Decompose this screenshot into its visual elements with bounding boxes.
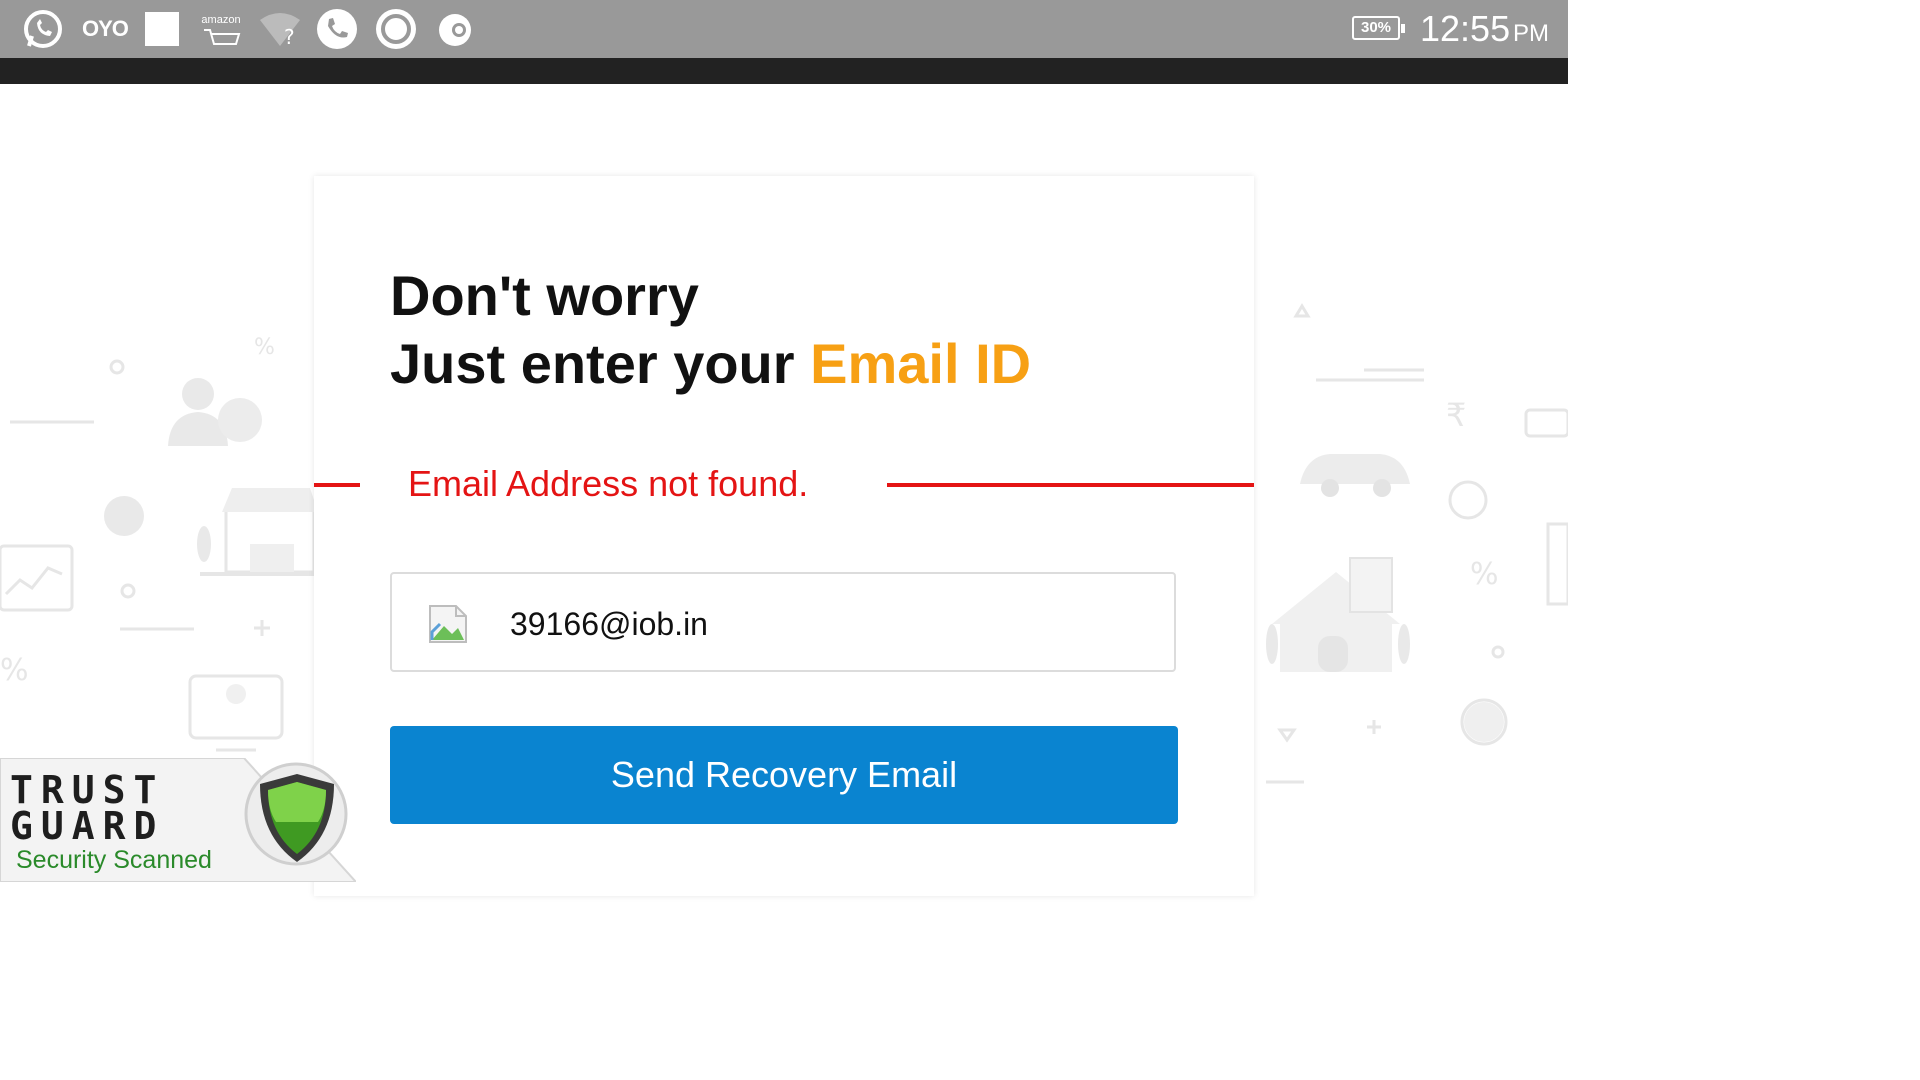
send-recovery-email-button[interactable]: Send Recovery Email (390, 726, 1178, 824)
title-line-2-accent: Email ID (810, 332, 1032, 395)
wifi-question-icon: ? (260, 13, 300, 48)
broken-image-icon (429, 605, 467, 643)
clock-time: 12:55 (1420, 8, 1511, 49)
whatsapp-icon (24, 10, 62, 48)
status-bar: OYO amazon ? 30% 12:55 PM (0, 0, 1568, 58)
square-icon (145, 12, 179, 46)
clock-ampm: PM (1513, 20, 1549, 47)
cart-icon (204, 29, 241, 45)
shield-icon (260, 774, 334, 862)
amazon-label: amazon (201, 14, 241, 26)
chrome-like-icon (439, 14, 471, 46)
trust-guard-line-2: GUARD (10, 804, 165, 848)
trust-guard-badge[interactable]: TRUST GUARD Security Scanned (0, 758, 356, 882)
title-line-1: Don't worry (390, 264, 699, 327)
svg-text:₹: ₹ (1446, 396, 1466, 434)
amazon-icon: amazon (200, 14, 242, 50)
circle-app-icon (376, 9, 416, 49)
battery-tip (1401, 24, 1405, 33)
email-field[interactable] (508, 598, 1152, 650)
svg-text:%: % (0, 653, 29, 688)
error-message: Email Address not found. (408, 463, 809, 504)
error-divider-left (314, 483, 360, 487)
error-divider-right (887, 483, 1254, 487)
svg-text:%: % (1470, 557, 1499, 592)
trust-guard-line-3: Security Scanned (16, 846, 212, 874)
oyo-icon: OYO (82, 16, 129, 41)
phone-icon (317, 9, 357, 49)
svg-text:%: % (254, 335, 275, 360)
recovery-card: Don't worry Just enter your Email ID Ema… (314, 176, 1254, 896)
battery-indicator: 30% (1352, 16, 1405, 40)
browser-strip (0, 58, 1568, 84)
page-title: Don't worry Just enter your Email ID (390, 262, 1031, 398)
email-field-container[interactable] (390, 572, 1176, 672)
svg-text:?: ? (284, 25, 295, 48)
battery-percent: 30% (1360, 19, 1392, 36)
title-line-2-prefix: Just enter your (390, 332, 811, 395)
